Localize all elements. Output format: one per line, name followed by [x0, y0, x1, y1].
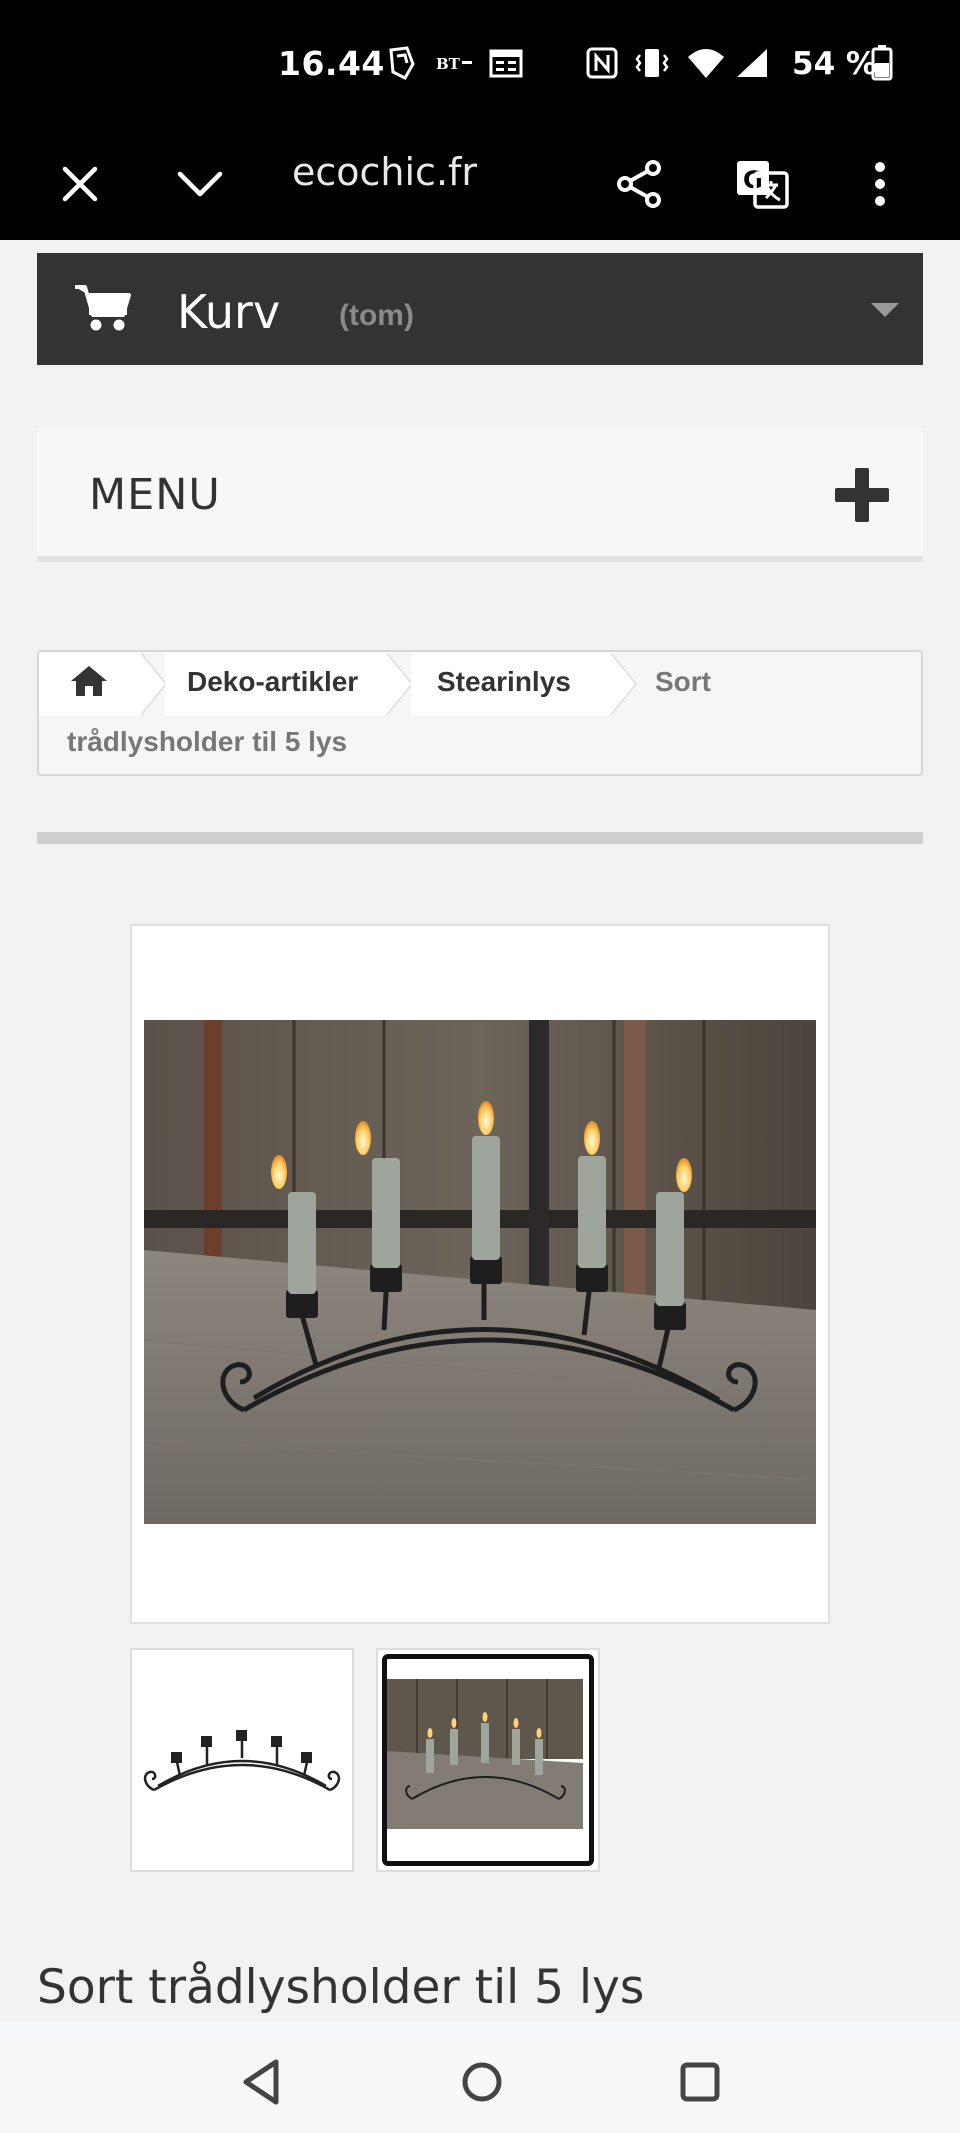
breadcrumb-current: Sort	[655, 666, 711, 697]
battery-icon	[870, 44, 894, 82]
status-bar: 16.44 BT 54 %	[0, 0, 960, 128]
nfc-icon	[584, 44, 620, 82]
cart-label: Kurv	[177, 285, 281, 339]
bt-news-icon: BT	[434, 44, 474, 82]
close-icon	[62, 166, 98, 202]
menu-toggle[interactable]: MENU	[37, 428, 923, 562]
product-title: Sort trådlysholder til 5 lys	[37, 1960, 645, 2015]
share-icon	[617, 160, 661, 208]
close-tab-button[interactable]	[40, 128, 120, 240]
translate-icon: G	[737, 161, 789, 209]
breadcrumb-home[interactable]	[39, 652, 141, 716]
menu-label: MENU	[89, 470, 221, 520]
product-thumbnail[interactable]	[130, 1648, 354, 1872]
more-vert-icon	[875, 162, 885, 206]
breadcrumb-current-continued: trådlysholder til 5 lys	[67, 726, 348, 757]
recents-square-icon	[680, 2062, 720, 2102]
browser-toolbar: ecochic.fr G	[0, 128, 960, 240]
web-page: Kurv (tom) MENU Deko-artikler Stearinlys…	[0, 240, 960, 2022]
signal-icon	[734, 44, 770, 82]
svg-text:BT: BT	[436, 55, 461, 73]
home-icon	[69, 664, 109, 703]
vibrate-icon	[634, 44, 670, 82]
translate-button[interactable]: G	[722, 128, 802, 240]
recents-button[interactable]	[670, 2052, 730, 2112]
calendar-icon	[488, 44, 524, 82]
breadcrumb-label: Stearinlys	[437, 666, 571, 697]
cart-icon	[73, 283, 131, 338]
url-text[interactable]: ecochic.fr	[292, 150, 477, 194]
caret-down-icon	[871, 303, 899, 317]
chevron-down-icon	[177, 171, 223, 197]
home-circle-icon	[462, 2062, 502, 2102]
back-triangle-icon	[243, 2059, 279, 2105]
plus-icon	[835, 468, 889, 522]
product-thumbnail-selected[interactable]	[376, 1648, 600, 1872]
share-button[interactable]	[600, 128, 680, 240]
system-nav-bar	[0, 2022, 960, 2133]
product-main-image[interactable]	[130, 924, 830, 1624]
cart-bar[interactable]: Kurv (tom)	[37, 253, 923, 365]
collapse-button[interactable]	[160, 128, 240, 240]
divider	[37, 832, 923, 844]
breadcrumb: Deko-artikler Stearinlys Sort trådlyshol…	[37, 650, 923, 776]
more-options-button[interactable]	[840, 128, 920, 240]
battery-percentage: 54 %	[792, 46, 877, 82]
svg-text:G: G	[743, 166, 763, 194]
cart-status: (tom)	[339, 299, 414, 332]
back-button[interactable]	[232, 2052, 292, 2112]
breadcrumb-label: Deko-artikler	[187, 666, 359, 697]
wifi-icon	[686, 44, 726, 82]
home-button[interactable]	[452, 2052, 512, 2112]
notification-app-icon	[384, 44, 420, 82]
status-time: 16.44	[278, 44, 385, 83]
